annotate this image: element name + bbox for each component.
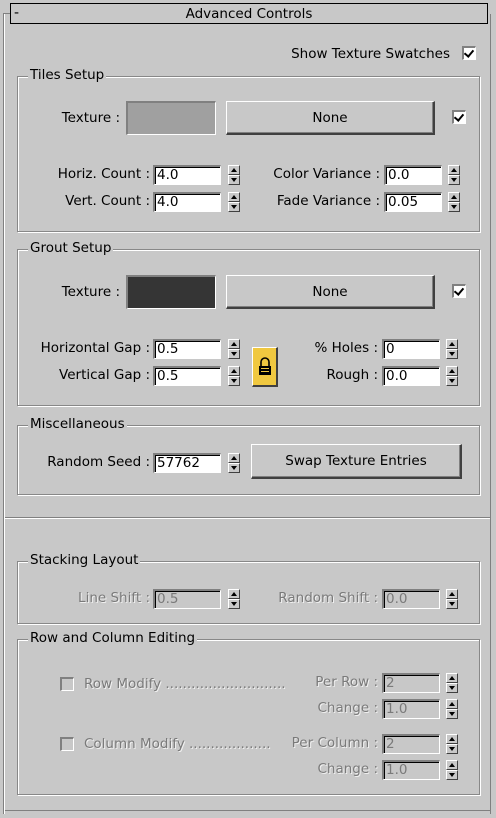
grout-setup-title: Grout Setup <box>28 240 114 256</box>
per-column-spinner[interactable] <box>446 734 458 754</box>
rollout-title: Advanced Controls <box>185 6 313 22</box>
per-column-input[interactable]: 2 <box>382 734 440 754</box>
fade-variance-input[interactable]: 0.05 <box>384 192 442 212</box>
color-variance-input[interactable]: 0.0 <box>384 165 442 185</box>
gap-lock-button[interactable] <box>252 347 278 387</box>
column-modify-checkbox[interactable] <box>60 737 74 751</box>
row-modify-label: Row Modify ............................ <box>84 676 286 692</box>
column-change-input[interactable]: 1.0 <box>382 760 440 780</box>
row-modify-checkbox[interactable] <box>60 677 74 691</box>
horizontal-gap-input[interactable]: 0.5 <box>153 339 221 359</box>
miscellaneous-title: Miscellaneous <box>28 416 127 432</box>
tiles-texture-swatch[interactable] <box>126 101 216 135</box>
grout-texture-label: Texture : <box>61 284 120 300</box>
vertical-gap-label: Vertical Gap : <box>59 367 150 383</box>
grout-texture-swatch[interactable] <box>126 275 216 309</box>
horiz-count-input[interactable]: 4.0 <box>153 165 221 185</box>
holes-spinner[interactable] <box>446 339 458 359</box>
separator-highlight <box>5 518 490 519</box>
per-column-label: Per Column : <box>291 735 378 751</box>
row-change-input[interactable]: 1.0 <box>382 699 440 719</box>
tiles-texture-map-button[interactable]: None <box>226 101 435 135</box>
lock-icon <box>259 357 271 375</box>
random-seed-input[interactable]: 57762 <box>153 453 221 473</box>
grout-texture-map-button[interactable]: None <box>226 275 435 309</box>
random-shift-spinner[interactable] <box>446 589 458 609</box>
random-seed-label: Random Seed : <box>47 454 150 470</box>
tiles-texture-label: Texture : <box>61 110 120 126</box>
panel-border-right <box>490 14 491 814</box>
rough-spinner[interactable] <box>446 366 458 386</box>
show-texture-swatches-label: Show Texture Swatches <box>291 46 450 62</box>
vertical-gap-input[interactable]: 0.5 <box>153 366 221 386</box>
panel-border-left <box>4 14 5 814</box>
vertical-gap-spinner[interactable] <box>228 366 240 386</box>
rollout-header-advanced-controls[interactable]: - Advanced Controls <box>10 3 488 24</box>
line-shift-label: Line Shift : <box>78 590 150 606</box>
row-change-label: Change : <box>317 700 378 716</box>
per-row-spinner[interactable] <box>446 673 458 693</box>
rough-input[interactable]: 0.0 <box>382 366 440 386</box>
rough-label: Rough : <box>326 367 378 383</box>
fade-variance-spinner[interactable] <box>448 192 460 212</box>
grout-texture-enabled-checkbox[interactable] <box>452 284 466 298</box>
fade-variance-label: Fade Variance : <box>276 193 380 209</box>
holes-input[interactable]: 0 <box>382 339 440 359</box>
vert-count-input[interactable]: 4.0 <box>153 192 221 212</box>
line-shift-spinner[interactable] <box>228 589 240 609</box>
random-shift-input[interactable]: 0.0 <box>382 589 440 609</box>
horizontal-gap-label: Horizontal Gap : <box>40 340 150 356</box>
column-change-spinner[interactable] <box>446 760 458 780</box>
swap-texture-entries-button[interactable]: Swap Texture Entries <box>251 444 462 479</box>
holes-label: % Holes : <box>314 340 378 356</box>
color-variance-label: Color Variance : <box>273 166 380 182</box>
horiz-count-label: Horiz. Count : <box>57 166 150 182</box>
line-shift-input[interactable]: 0.5 <box>153 589 221 609</box>
per-row-label: Per Row : <box>315 674 378 690</box>
column-change-label: Change : <box>317 761 378 777</box>
horiz-count-spinner[interactable] <box>228 165 240 185</box>
row-column-editing-title: Row and Column Editing <box>28 630 198 646</box>
stacking-layout-title: Stacking Layout <box>28 552 141 568</box>
tiles-setup-title: Tiles Setup <box>28 67 107 83</box>
vert-count-label: Vert. Count : <box>65 193 150 209</box>
color-variance-spinner[interactable] <box>448 165 460 185</box>
vert-count-spinner[interactable] <box>228 192 240 212</box>
tiles-texture-enabled-checkbox[interactable] <box>452 110 466 124</box>
show-texture-swatches-checkbox[interactable] <box>462 46 476 60</box>
random-seed-spinner[interactable] <box>228 453 240 473</box>
row-change-spinner[interactable] <box>446 699 458 719</box>
random-shift-label: Random Shift : <box>278 590 378 606</box>
horizontal-gap-spinner[interactable] <box>228 339 240 359</box>
column-modify-label: Column Modify ................... <box>84 736 271 752</box>
panel-bottom-border <box>5 810 490 811</box>
per-row-input[interactable]: 2 <box>382 673 440 693</box>
